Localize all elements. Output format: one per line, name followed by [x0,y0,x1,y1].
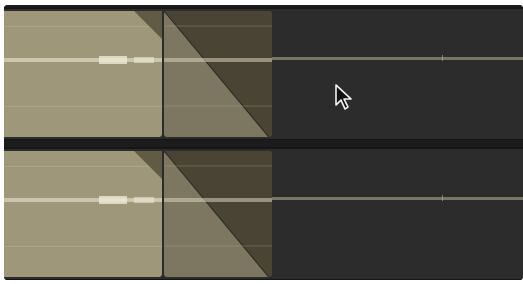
crossfade-shape [164,151,272,277]
audio-clip-2-selected-overlap[interactable] [164,151,272,277]
waveform-tail [272,195,523,201]
timeline-panel [4,5,523,280]
audio-clip-1-selected-overlap[interactable] [164,11,272,137]
crossfade-shape [164,11,272,137]
fade-handle[interactable] [134,151,162,277]
audio-track-2[interactable] [4,147,523,280]
audio-track-1[interactable] [4,7,523,140]
fade-handle[interactable] [134,11,162,137]
audio-clip-1[interactable] [4,11,162,137]
waveform-tail [272,55,523,61]
audio-clip-2[interactable] [4,151,162,277]
mouse-arrow-icon [335,84,352,110]
